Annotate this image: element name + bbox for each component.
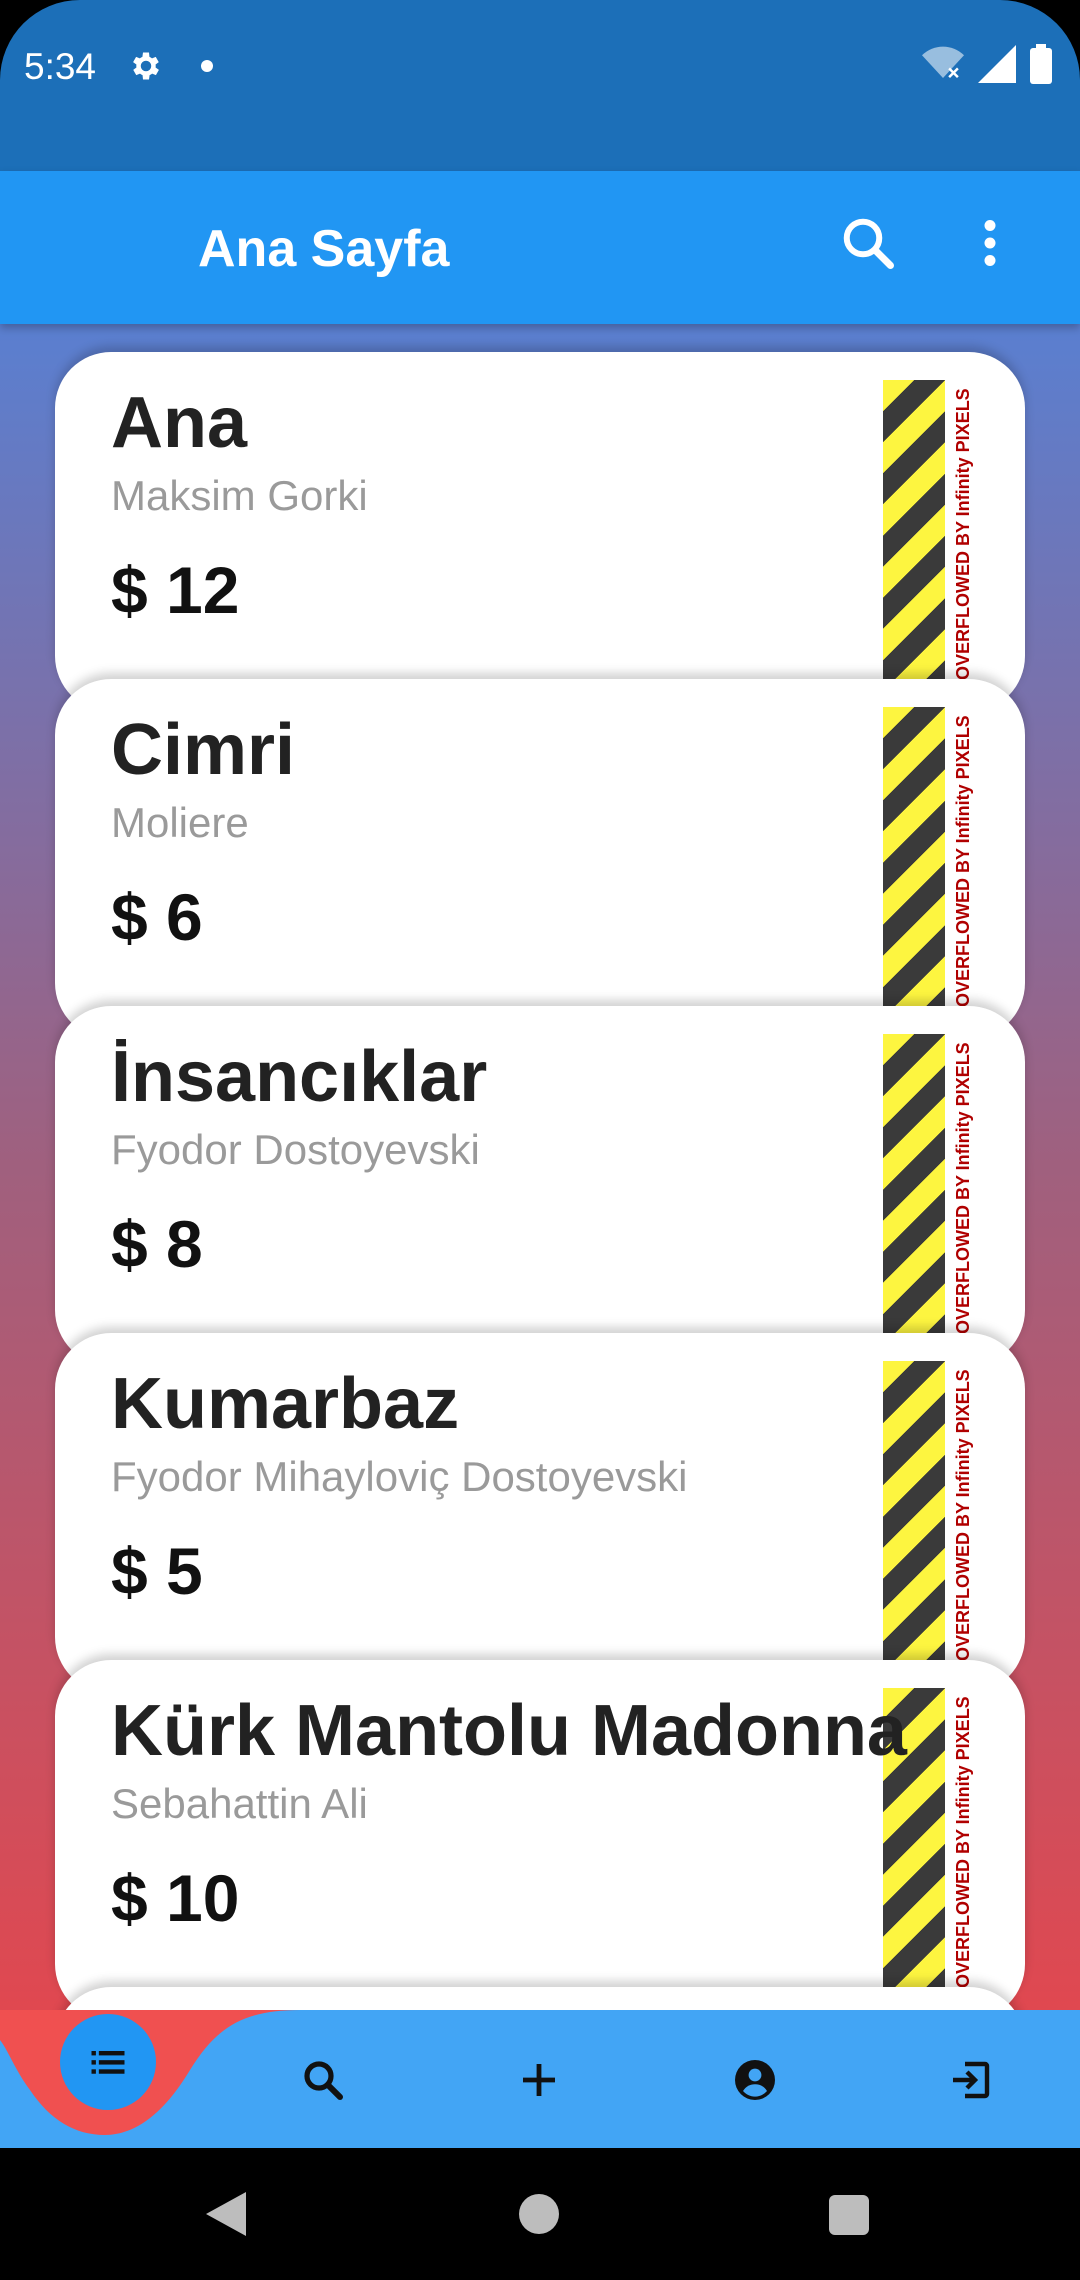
home-icon[interactable]	[519, 2194, 559, 2234]
book-card[interactable]: OVERFLOWED BY Infinity PIXELS Kürk Manto…	[55, 1660, 1025, 2010]
overflow-stripe	[883, 380, 945, 680]
list-icon	[91, 2051, 125, 2074]
book-author: Fyodor Mihayloviç Dostoyevski	[111, 1453, 688, 1500]
nav-add-icon[interactable]	[515, 2056, 563, 2104]
book-list[interactable]: Ana Maksim Gorki $ 12 OVERFLOWED BY Infi…	[0, 324, 1080, 2010]
book-card-partial[interactable]	[55, 1987, 1025, 2010]
book-author: Sebahattin Ali	[111, 1780, 368, 1827]
status-icons	[922, 44, 1052, 84]
book-title: Ana	[111, 383, 248, 463]
overflow-warning: OVERFLOWED BY Infinity PIXELS	[953, 1369, 973, 1661]
phone-screen: 5:34 Ana Sayfa Ana Maksim Gorki $ 12 OVE…	[0, 0, 1080, 2280]
book-price: $ 6	[111, 880, 203, 954]
book-card[interactable]: Ana Maksim Gorki $ 12 OVERFLOWED BY Infi…	[55, 352, 1025, 712]
back-icon[interactable]	[206, 2192, 246, 2236]
overflow-stripe	[883, 1361, 945, 1661]
app-bar: Ana Sayfa	[0, 171, 1080, 324]
book-card[interactable]: İnsancıklar Fyodor Dostoyevski $ 8 OVERF…	[55, 1006, 1025, 1366]
bottom-navigation	[0, 2010, 1080, 2148]
book-title: İnsancıklar	[111, 1037, 488, 1117]
search-icon[interactable]	[838, 213, 898, 273]
status-bar: 5:34	[0, 0, 1080, 171]
book-price: $ 8	[111, 1207, 203, 1281]
nav-logout-icon[interactable]	[947, 2056, 995, 2104]
book-card[interactable]: Kumarbaz Fyodor Mihayloviç Dostoyevski $…	[55, 1333, 1025, 1693]
book-price: $ 5	[111, 1534, 203, 1608]
book-author: Moliere	[111, 799, 249, 846]
book-title: Cimri	[111, 710, 296, 790]
overflow-warning: OVERFLOWED BY Infinity PIXELS	[953, 388, 973, 680]
book-title: Kumarbaz	[111, 1364, 460, 1444]
book-price: $ 10	[111, 1861, 240, 1935]
overflow-warning: OVERFLOWED BY Infinity PIXELS	[953, 715, 973, 1007]
book-author: Fyodor Dostoyevski	[111, 1126, 480, 1173]
battery-icon	[1030, 44, 1052, 84]
wifi-off-icon	[922, 46, 964, 78]
nav-account-icon[interactable]	[731, 2056, 779, 2104]
page-title: Ana Sayfa	[198, 220, 450, 278]
signal-icon	[978, 45, 1016, 83]
recents-icon[interactable]	[829, 2195, 869, 2235]
nav-list-button[interactable]	[60, 2014, 156, 2110]
more-vert-icon[interactable]	[960, 213, 1020, 273]
overflow-stripe	[883, 707, 945, 1007]
status-time: 5:34	[24, 46, 97, 87]
settings-icon	[133, 52, 159, 80]
overflow-stripe	[883, 1034, 945, 1334]
notification-dot-icon	[201, 60, 213, 72]
book-card[interactable]: Cimri Moliere $ 6 OVERFLOWED BY Infinity…	[55, 679, 1025, 1039]
book-title: Kürk Mantolu Madonna	[111, 1691, 907, 1771]
book-author: Maksim Gorki	[111, 472, 368, 519]
book-price: $ 12	[111, 553, 240, 627]
system-navigation-bar	[0, 2148, 1080, 2280]
nav-search-icon[interactable]	[299, 2056, 347, 2104]
overflow-warning: OVERFLOWED BY Infinity PIXELS	[953, 1696, 973, 1988]
overflow-warning: OVERFLOWED BY Infinity PIXELS	[953, 1042, 973, 1334]
